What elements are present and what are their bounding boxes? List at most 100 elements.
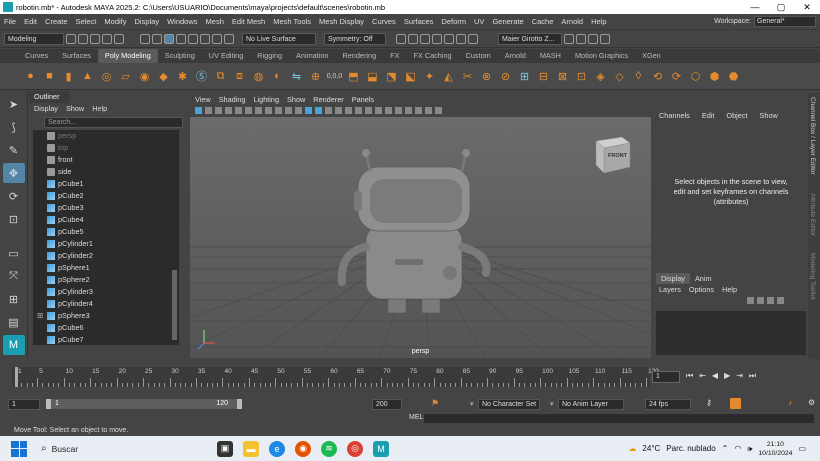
time-slider-bar[interactable]: 1 5 10 15 20 25 30 35 40 45 50 55 60 65 70 75 80 85 90 95 10…	[12, 367, 659, 387]
snap-surface-icon[interactable]	[224, 33, 234, 44]
tray-chevron-icon[interactable]: ⌃	[722, 444, 729, 453]
outliner-item[interactable]: pCylinder3	[33, 286, 179, 298]
outliner-menu-show[interactable]: Show	[66, 103, 84, 114]
menu-item[interactable]: Create	[41, 17, 72, 26]
move-layer-up-icon[interactable]	[747, 297, 754, 304]
current-frame-field[interactable]: 1	[652, 371, 680, 383]
side-tab-channel-box[interactable]: Channel Box / Layer Editor	[809, 97, 816, 175]
outliner-item[interactable]: pSphere2	[33, 274, 179, 286]
menu-item[interactable]: File	[0, 17, 20, 26]
make-hole-icon[interactable]: ◈	[592, 68, 609, 85]
range-end-handle[interactable]	[237, 399, 242, 409]
triangulate-icon[interactable]: ⬢	[706, 68, 723, 85]
layer-menu-options[interactable]: Options	[689, 285, 714, 294]
render-icon[interactable]	[396, 33, 406, 44]
xray-components-icon[interactable]	[435, 106, 442, 114]
notifications-icon[interactable]: ▭	[798, 444, 806, 453]
select-component-icon[interactable]	[164, 33, 174, 44]
menu-item[interactable]: Mesh Tools	[269, 17, 315, 26]
viewport-menu-panels[interactable]: Panels	[352, 95, 374, 104]
animation-end-field[interactable]: 200	[372, 399, 402, 410]
channel-menu-show[interactable]: Show	[760, 111, 778, 120]
outliner-item[interactable]: pCube5	[33, 226, 179, 238]
anim-layer-dropdown[interactable]: No Anim Layer	[558, 399, 624, 410]
viewport-menu-view[interactable]: View	[195, 95, 211, 104]
poly-cube-icon[interactable]: ■	[41, 68, 58, 85]
show-manipulator-icon[interactable]: ⤧	[3, 266, 25, 286]
outliner-item[interactable]: pCylinder1	[33, 238, 179, 250]
clock[interactable]: 21:10 10/10/2024	[758, 440, 792, 458]
hypershade-icon[interactable]	[432, 33, 442, 44]
shelf-tab-poly-modeling[interactable]: Poly Modeling	[97, 49, 158, 63]
new-scene-icon[interactable]	[66, 33, 76, 44]
sound-icon[interactable]: ♪	[788, 398, 792, 407]
outliner-item[interactable]: pCylinder4	[33, 298, 179, 310]
save-scene-icon[interactable]	[90, 33, 100, 44]
shelf-tab-rigging[interactable]: Rigging	[250, 49, 289, 63]
step-forward-key-button[interactable]: ⇥	[736, 371, 743, 381]
viewport-menu-lighting[interactable]: Lighting	[253, 95, 279, 104]
workspace-dropdown[interactable]: General*	[754, 16, 816, 27]
wifi-icon[interactable]: ◠	[734, 444, 741, 453]
snap-curve-icon[interactable]	[188, 33, 198, 44]
attribute-editor-icon[interactable]	[576, 33, 586, 44]
lasso-tool-icon[interactable]: ⟆	[3, 117, 25, 137]
move-layer-down-icon[interactable]	[757, 297, 764, 304]
bookmark-icon[interactable]	[215, 106, 222, 114]
outliner-item[interactable]: pCylinder2	[33, 250, 179, 262]
outliner-menu-display[interactable]: Display	[34, 103, 58, 114]
step-back-key-button[interactable]: ⇤	[699, 371, 706, 381]
select-object-icon[interactable]	[152, 33, 162, 44]
weather-temp[interactable]: 24°C	[642, 444, 660, 453]
poly-sphere-icon[interactable]: ●	[22, 68, 39, 85]
poke-icon[interactable]: ✦	[421, 68, 438, 85]
taskbar-search[interactable]: ⌕ Buscar	[41, 443, 181, 454]
xray-icon[interactable]	[415, 106, 422, 114]
offset-edge-loop-icon[interactable]: ⊠	[554, 68, 571, 85]
layer-list[interactable]	[656, 311, 806, 355]
go-to-start-button[interactable]: ⏮	[686, 371, 693, 381]
robot-model[interactable]	[337, 149, 491, 314]
shelf-tab-animation[interactable]: Animation	[289, 49, 335, 63]
target-weld-icon[interactable]: ⊗	[478, 68, 495, 85]
range-slider-bar[interactable]: 1 120	[46, 399, 242, 409]
channel-menu-object[interactable]: Object	[726, 111, 747, 120]
rotate-tool-icon[interactable]: ⟳	[3, 186, 25, 206]
user-account-dropdown[interactable]: Maier Girotto Z...	[498, 32, 562, 45]
menu-item[interactable]: Mesh Display	[315, 17, 368, 26]
use-all-lights-icon[interactable]	[345, 106, 352, 114]
character-set-dropdown[interactable]: No Character Set	[478, 399, 540, 410]
shelf-tab-fx[interactable]: FX	[383, 49, 406, 63]
side-tab-modeling-toolkit[interactable]: Modeling Toolkit	[809, 253, 816, 300]
go-to-end-button[interactable]: ⏭	[749, 371, 756, 381]
append-polygon-icon[interactable]: ◇	[611, 68, 628, 85]
outliner-item[interactable]: persp	[33, 130, 179, 142]
viewport-menu-show[interactable]: Show	[287, 95, 305, 104]
render-settings-icon[interactable]	[420, 33, 430, 44]
outliner-item[interactable]: pCube2	[33, 190, 179, 202]
perspective-viewport[interactable]: FRONT persp	[190, 117, 651, 358]
center-pivot-icon[interactable]: ⊕	[307, 68, 324, 85]
shelf-tab-rendering[interactable]: Rendering	[335, 49, 383, 63]
connect-icon[interactable]: ⊘	[497, 68, 514, 85]
outliner-search-input[interactable]: Search...	[44, 117, 183, 128]
super-shape-icon[interactable]: ✱	[174, 68, 191, 85]
outliner-item[interactable]: side	[33, 166, 179, 178]
channel-menu-edit[interactable]: Edit	[702, 111, 715, 120]
animation-start-field[interactable]: 1	[8, 399, 40, 410]
wedge-icon[interactable]: ◭	[440, 68, 457, 85]
multi-cut-icon[interactable]: ✂	[459, 68, 476, 85]
combine-icon[interactable]: ⧉	[212, 68, 229, 85]
retopology-icon[interactable]: ⬡	[687, 68, 704, 85]
move-tool-icon[interactable]: ✥	[2, 163, 25, 183]
flip-icon[interactable]: ⟲	[649, 68, 666, 85]
side-tab-attribute-editor[interactable]: Attribute Editor	[809, 193, 816, 236]
preferences-icon[interactable]: ⚙	[808, 398, 815, 407]
open-scene-icon[interactable]	[78, 33, 88, 44]
tab-anim-layers[interactable]: Anim	[690, 273, 717, 284]
grid-toggle-icon[interactable]	[255, 106, 262, 114]
paint-select-tool-icon[interactable]: ✎	[3, 140, 25, 160]
poly-cone-icon[interactable]: ▲	[79, 68, 96, 85]
arnold-render-icon[interactable]	[468, 33, 478, 44]
svg-tool-icon[interactable]: Ⓢ	[193, 68, 210, 85]
